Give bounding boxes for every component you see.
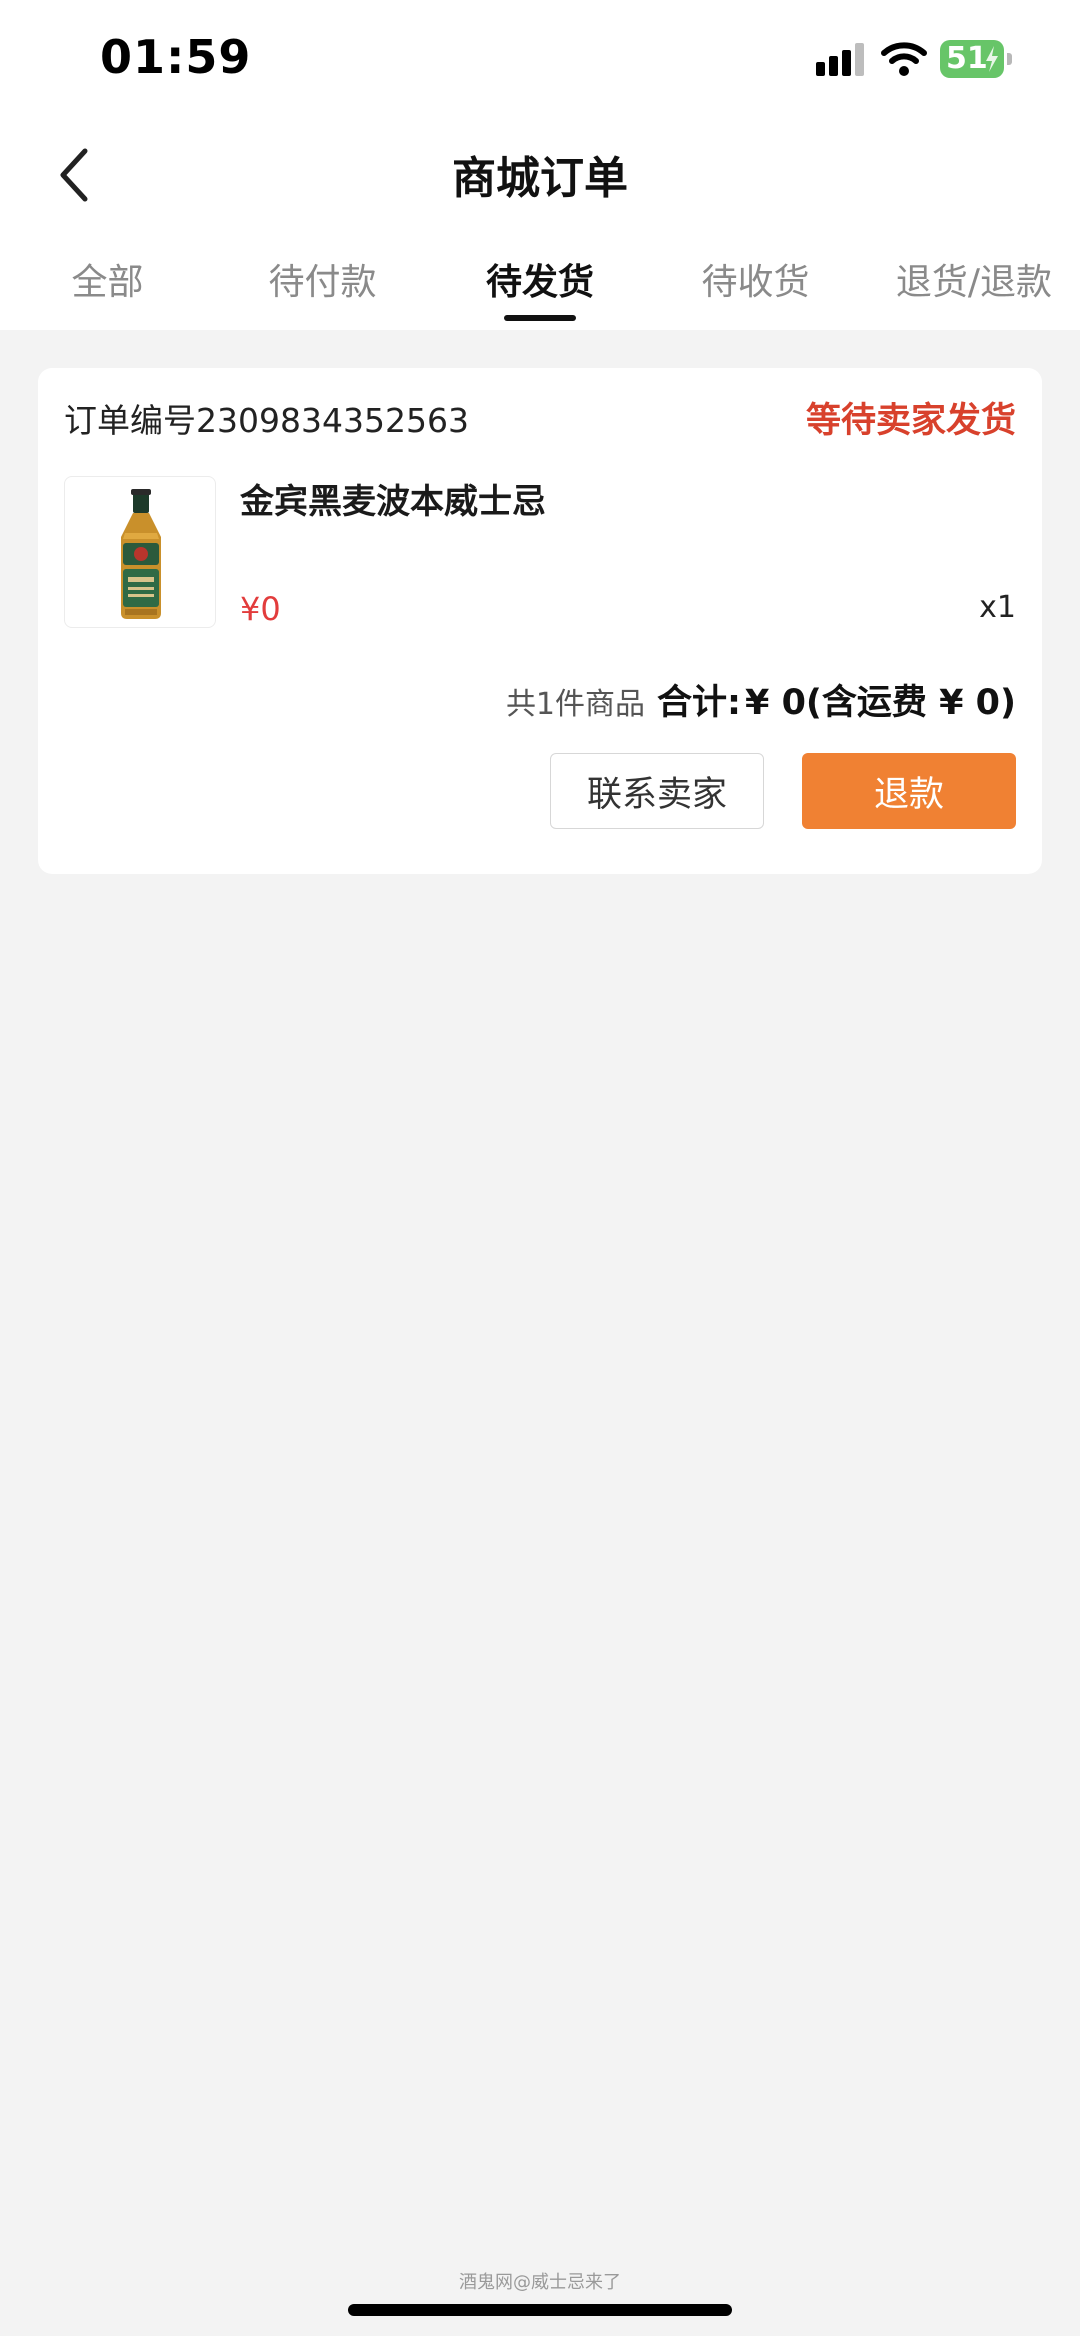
home-indicator[interactable]: [348, 2304, 732, 2316]
tab-pending-receipt[interactable]: 待收货: [688, 253, 823, 313]
order-tabs: 全部 待付款 待发货 待收货 退货/退款: [0, 245, 1080, 325]
contact-seller-button[interactable]: 联系卖家: [550, 753, 764, 829]
signal-icon: [816, 43, 864, 76]
whiskey-bottle-icon: [121, 489, 161, 619]
tab-active-indicator: [504, 315, 576, 321]
tab-label: 待付款: [268, 262, 377, 303]
order-card[interactable]: 订单编号2309834352563 等待卖家发货 金宾黑麦波本威士忌 ¥0 x1…: [38, 368, 1042, 874]
battery-charging-icon: 51: [940, 40, 1012, 78]
product-image[interactable]: [64, 476, 216, 628]
order-number: 订单编号2309834352563: [64, 401, 469, 440]
battery-body: 51: [940, 40, 1004, 78]
status-time: 01:59: [100, 30, 252, 84]
tab-label: 待收货: [701, 262, 810, 303]
product-price: ¥0: [240, 590, 281, 628]
tab-returns-refunds[interactable]: 退货/退款: [884, 253, 1064, 313]
product-name[interactable]: 金宾黑麦波本威士忌: [240, 474, 546, 523]
refund-button[interactable]: 退款: [802, 753, 1016, 829]
tab-pending-shipment[interactable]: 待发货: [470, 253, 610, 321]
tab-all[interactable]: 全部: [40, 253, 175, 313]
nav-bar: 商城订单: [0, 120, 1080, 230]
watermark: 酒鬼网@威士忌来了: [459, 2272, 621, 2293]
order-status: 等待卖家发货: [805, 401, 1016, 441]
status-bar: 01:59 51: [0, 0, 1080, 120]
battery-level: 51: [946, 41, 988, 76]
bolt-icon: [986, 46, 998, 72]
order-summary: 共1件商品 合计: ¥ 0(含运费 ¥ 0): [506, 674, 1016, 725]
tab-label: 退货/退款: [895, 262, 1053, 303]
item-count: 共1件商品: [505, 687, 646, 722]
battery-cap: [1007, 53, 1012, 65]
tab-label: 全部: [71, 262, 144, 303]
page-title: 商城订单: [452, 153, 628, 204]
tab-label: 待发货: [485, 262, 594, 303]
wifi-icon: [881, 42, 927, 76]
total-label: 合计:: [657, 683, 742, 723]
top-header: 01:59 51 商城订单 全部 待付款 待发货 待收货 退货/退款: [0, 0, 1080, 330]
tab-pending-payment[interactable]: 待付款: [255, 253, 390, 313]
product-quantity: x1: [979, 590, 1016, 625]
total-value: ¥ 0(含运费 ¥ 0): [745, 683, 1016, 723]
